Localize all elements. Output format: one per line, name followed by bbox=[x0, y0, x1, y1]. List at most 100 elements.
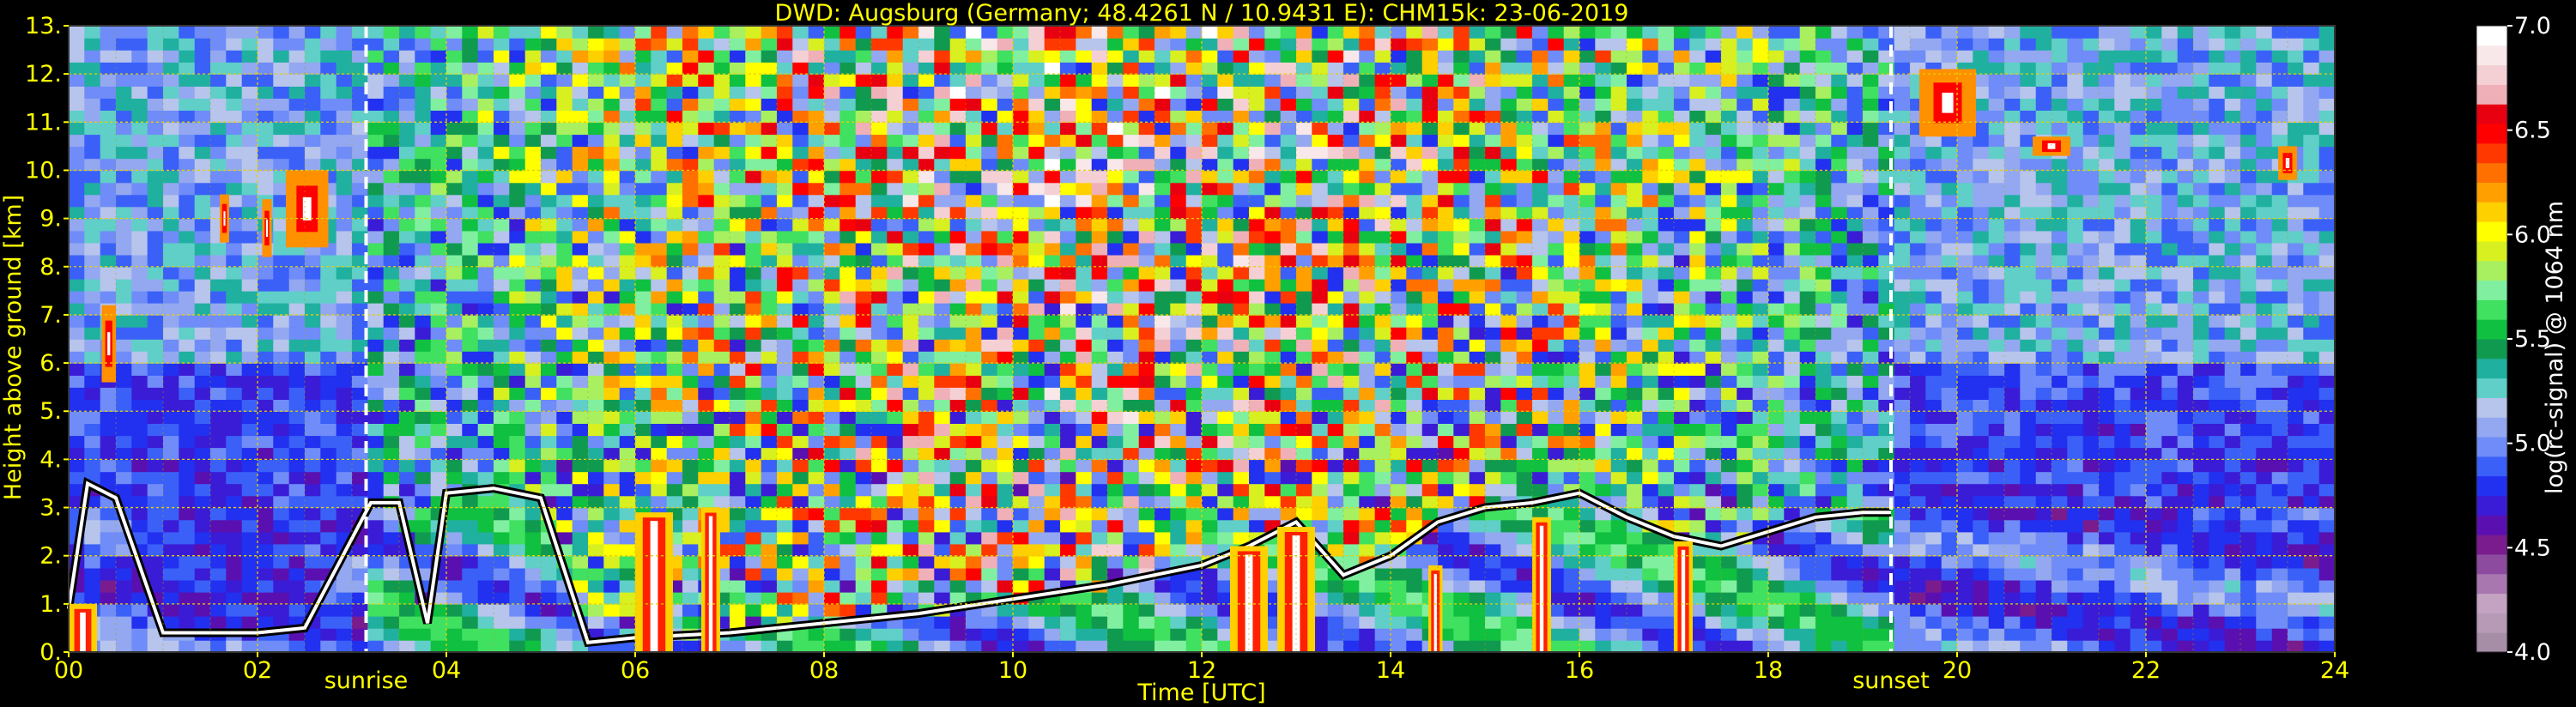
signal-cell bbox=[698, 447, 715, 461]
signal-cell bbox=[163, 182, 180, 196]
signal-cell bbox=[1548, 278, 1565, 292]
signal-cell bbox=[1343, 98, 1361, 111]
signal-cell bbox=[1296, 122, 1313, 136]
signal-cell bbox=[288, 38, 306, 51]
signal-cell bbox=[1155, 435, 1172, 449]
signal-cell bbox=[1264, 170, 1282, 184]
signal-cell bbox=[383, 627, 400, 641]
signal-cell bbox=[69, 170, 86, 184]
signal-cell bbox=[1249, 122, 1266, 136]
signal-cell bbox=[1391, 327, 1408, 340]
signal-cell bbox=[556, 327, 573, 340]
signal-cell bbox=[1343, 640, 1361, 653]
signal-cell bbox=[446, 627, 464, 641]
signal-cell bbox=[1249, 278, 1266, 292]
signal-cell bbox=[305, 579, 322, 593]
signal-cell bbox=[666, 302, 683, 316]
signal-cell bbox=[1123, 98, 1140, 111]
signal-cell bbox=[1028, 242, 1046, 256]
signal-cell bbox=[1280, 266, 1297, 280]
signal-cell bbox=[792, 327, 809, 340]
signal-cell bbox=[730, 254, 747, 268]
signal-cell bbox=[462, 471, 479, 485]
signal-cell bbox=[415, 531, 432, 545]
signal-cell bbox=[446, 230, 464, 244]
signal-cell bbox=[1359, 459, 1376, 473]
signal-cell bbox=[1280, 74, 1297, 87]
signal-cell bbox=[399, 86, 416, 99]
signal-cell bbox=[777, 170, 794, 184]
signal-cell bbox=[116, 290, 133, 304]
signal-cell bbox=[745, 375, 762, 388]
signal-cell bbox=[336, 146, 353, 160]
signal-cell bbox=[541, 26, 558, 39]
signal-cell bbox=[462, 218, 479, 232]
signal-cell bbox=[902, 302, 919, 316]
signal-cell bbox=[1374, 50, 1391, 63]
signal-cell bbox=[194, 447, 211, 461]
signal-cell bbox=[1185, 351, 1203, 364]
signal-cell bbox=[1217, 531, 1234, 545]
signal-cell bbox=[871, 134, 888, 148]
signal-cell bbox=[918, 507, 936, 521]
signal-cell bbox=[1312, 375, 1329, 388]
signal-cell bbox=[446, 327, 464, 340]
signal-cell bbox=[494, 170, 511, 184]
signal-cell bbox=[1280, 134, 1297, 148]
signal-cell bbox=[494, 339, 511, 352]
signal-cell bbox=[1028, 206, 1046, 220]
signal-cell bbox=[1391, 640, 1408, 653]
signal-cell bbox=[1516, 194, 1533, 208]
signal-cell bbox=[336, 134, 353, 148]
signal-cell bbox=[949, 411, 967, 424]
signal-cell bbox=[1327, 507, 1344, 521]
signal-cell bbox=[556, 290, 573, 304]
signal-cell bbox=[116, 339, 133, 352]
signal-cell bbox=[1202, 411, 1219, 424]
signal-cell bbox=[918, 86, 936, 99]
signal-cell bbox=[1155, 627, 1172, 641]
signal-cell bbox=[147, 86, 164, 99]
signal-cell bbox=[1312, 302, 1329, 316]
signal-cell bbox=[430, 339, 447, 352]
signal-cell bbox=[839, 122, 857, 136]
signal-cell bbox=[1076, 531, 1093, 545]
signal-cell bbox=[509, 74, 526, 87]
signal-cell bbox=[1485, 206, 1502, 220]
signal-cell bbox=[367, 603, 385, 617]
signal-cell bbox=[1155, 531, 1172, 545]
signal-cell bbox=[1438, 122, 1455, 136]
signal-cell bbox=[179, 278, 196, 292]
signal-cell bbox=[336, 110, 353, 124]
signal-cell bbox=[918, 447, 936, 461]
signal-cell bbox=[226, 363, 243, 376]
signal-cell bbox=[966, 170, 983, 184]
signal-cell bbox=[1343, 339, 1361, 352]
signal-cell bbox=[603, 122, 621, 136]
signal-cell bbox=[1343, 483, 1361, 497]
signal-cell bbox=[682, 134, 700, 148]
signal-cell bbox=[1185, 182, 1203, 196]
signal-cell bbox=[1296, 110, 1313, 124]
signal-cell bbox=[524, 98, 542, 111]
signal-cell bbox=[966, 218, 983, 232]
signal-cell bbox=[887, 351, 904, 364]
signal-cell bbox=[210, 399, 227, 412]
signal-cell bbox=[367, 26, 385, 39]
signal-cell bbox=[777, 375, 794, 388]
signal-cell bbox=[147, 351, 164, 364]
signal-cell bbox=[1123, 399, 1140, 412]
signal-cell bbox=[1233, 375, 1250, 388]
signal-cell bbox=[210, 242, 227, 256]
signal-cell bbox=[730, 62, 747, 75]
signal-cell bbox=[1453, 182, 1470, 196]
signal-cell bbox=[116, 62, 133, 75]
signal-cell bbox=[258, 327, 275, 340]
signal-cell bbox=[494, 459, 511, 473]
signal-cell bbox=[1233, 327, 1250, 340]
signal-cell bbox=[305, 519, 322, 533]
signal-cell bbox=[997, 302, 1014, 316]
signal-cell bbox=[808, 327, 825, 340]
signal-cell bbox=[619, 531, 636, 545]
signal-cell bbox=[1249, 134, 1266, 148]
